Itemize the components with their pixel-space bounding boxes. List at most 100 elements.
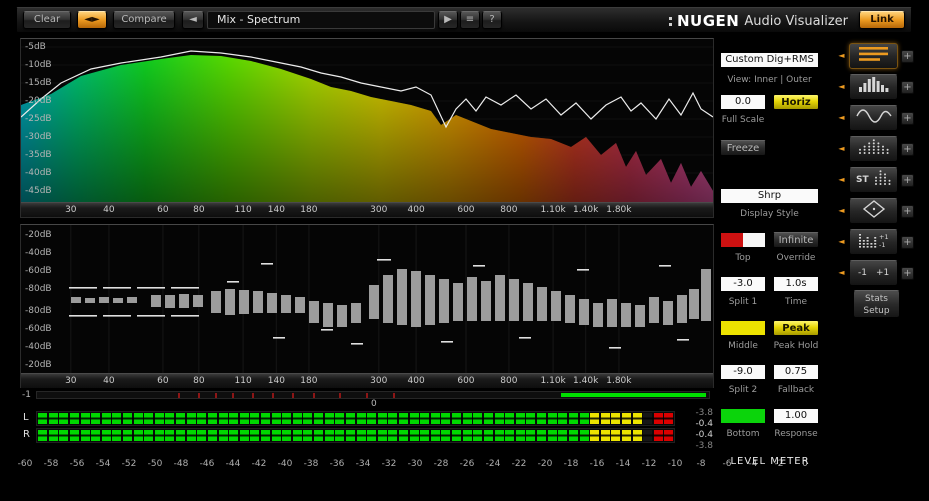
fallback-field[interactable]: 0.75 bbox=[773, 364, 819, 380]
slot-1-add-button[interactable]: + bbox=[901, 49, 914, 63]
scale-tick-label: -18 bbox=[563, 459, 579, 469]
scale-tick-label: -20 bbox=[537, 459, 553, 469]
correlation-tick bbox=[231, 393, 234, 398]
horiz-button[interactable]: Horiz bbox=[773, 94, 819, 110]
frequency-tick-label: 800 bbox=[500, 376, 518, 386]
slot-5-left-arrow-icon[interactable]: ◄ bbox=[837, 167, 846, 193]
preset-name-field[interactable]: Mix - Spectrum bbox=[207, 11, 435, 29]
meter-segment bbox=[473, 430, 483, 441]
full-scale-value-field[interactable]: 0.0 bbox=[720, 94, 766, 110]
meter-segment bbox=[420, 413, 430, 424]
correlation-value-bar bbox=[561, 393, 706, 397]
scale-tick-label: -16 bbox=[589, 459, 605, 469]
meter-segment bbox=[600, 430, 610, 441]
response-field[interactable]: 1.00 bbox=[773, 408, 819, 424]
help-button[interactable]: ? bbox=[482, 11, 502, 29]
meter-segment bbox=[526, 430, 536, 441]
control-panel: Custom Dig+RMS View: Inner | Outer 0.0 H… bbox=[718, 38, 822, 478]
frequency-tick-label: 110 bbox=[234, 205, 252, 215]
slot-6-add-button[interactable]: + bbox=[901, 204, 914, 218]
view-mode-toggle[interactable]: View: Inner | Outer bbox=[720, 74, 819, 86]
clear-button[interactable]: Clear bbox=[23, 11, 71, 29]
slot-6-left-arrow-icon[interactable]: ◄ bbox=[837, 198, 846, 224]
slot-1-left-arrow-icon[interactable]: ◄ bbox=[837, 43, 846, 69]
slot-4-left-arrow-icon[interactable]: ◄ bbox=[837, 136, 846, 162]
split1-field[interactable]: -3.0 bbox=[720, 276, 766, 292]
slot-3-add-button[interactable]: + bbox=[901, 111, 914, 125]
correlation-tick bbox=[393, 393, 396, 398]
slot-7-add-button[interactable]: + bbox=[901, 235, 914, 249]
spectrum-lines-button[interactable] bbox=[849, 43, 898, 69]
third-octave-bars-graph bbox=[21, 225, 713, 373]
histogram-button[interactable] bbox=[849, 74, 898, 100]
slot-8-add-button[interactable]: + bbox=[901, 266, 914, 280]
bottom-color-swatch[interactable] bbox=[720, 408, 766, 424]
meter-segment bbox=[441, 413, 451, 424]
meter-segment bbox=[261, 430, 270, 441]
freeze-button[interactable]: Freeze bbox=[720, 140, 766, 156]
meter-segment bbox=[568, 430, 578, 441]
meter-segment bbox=[664, 430, 674, 441]
meter-segment bbox=[69, 413, 79, 424]
meter-segment bbox=[388, 413, 398, 424]
slot-2-add-button[interactable]: + bbox=[901, 80, 914, 94]
meter-segment bbox=[632, 413, 642, 424]
display-slot-2: ◄ + bbox=[836, 73, 929, 101]
meter-segment bbox=[218, 413, 228, 424]
swap-compare-icon-button[interactable]: ◄► bbox=[77, 11, 107, 29]
stereo-spectrum-button[interactable]: ST bbox=[849, 167, 898, 193]
meter-segment bbox=[579, 430, 589, 441]
prev-preset-icon-button[interactable]: ◄ bbox=[182, 11, 204, 29]
svg-text:+1: +1 bbox=[879, 233, 889, 241]
top-color-swatch[interactable] bbox=[720, 232, 766, 248]
meter-segment bbox=[282, 430, 292, 441]
split2-field[interactable]: -9.0 bbox=[720, 364, 766, 380]
db-axis-label: -30dB bbox=[25, 132, 52, 142]
time-field[interactable]: 1.0s bbox=[773, 276, 819, 292]
meter-segment bbox=[409, 430, 419, 441]
peak-hold-button[interactable]: Peak bbox=[773, 320, 819, 336]
scale-tick-label: -58 bbox=[43, 459, 59, 469]
meter-segment bbox=[314, 430, 323, 441]
meter-segment bbox=[590, 413, 600, 424]
meter-segment bbox=[441, 430, 451, 441]
meter-segment bbox=[452, 413, 462, 424]
slot-5-add-button[interactable]: + bbox=[901, 173, 914, 187]
slot-8-left-arrow-icon[interactable]: ◄ bbox=[837, 260, 846, 286]
meter-segment bbox=[399, 430, 408, 441]
correlation-range-button[interactable]: -1 +1 bbox=[849, 260, 898, 286]
meter-segment bbox=[537, 413, 546, 424]
vectorscope-button[interactable] bbox=[849, 198, 898, 224]
play-icon-button[interactable]: ▶ bbox=[438, 11, 458, 29]
stats-setup-button[interactable]: Stats Setup bbox=[853, 290, 900, 318]
display-style-select[interactable]: Shrp bbox=[720, 188, 819, 204]
db-axis-label: -40dB bbox=[25, 248, 52, 258]
scale-tick-label: -26 bbox=[459, 459, 475, 469]
link-button[interactable]: Link bbox=[859, 11, 905, 29]
scale-tick-label: -36 bbox=[329, 459, 345, 469]
display-slot-5: ◄ ST + bbox=[836, 166, 929, 194]
meter-segment bbox=[483, 430, 493, 441]
bar-display-panel: -20dB -40dB -60dB -80dB -80dB -60dB -40dB -20dB… bbox=[20, 224, 714, 388]
meter-segment bbox=[292, 430, 302, 441]
slot-7-left-arrow-icon[interactable]: ◄ bbox=[837, 229, 846, 255]
waveform-button[interactable] bbox=[849, 105, 898, 131]
meter-segment bbox=[653, 413, 663, 424]
db-axis-label: -5dB bbox=[25, 42, 46, 52]
meter-segment bbox=[515, 430, 525, 441]
plusminus-meter-button[interactable]: +1 -1 bbox=[849, 229, 898, 255]
override-button[interactable]: Infinite bbox=[773, 232, 819, 248]
preset-list-icon-button[interactable]: ≡ bbox=[460, 11, 480, 29]
meter-segment bbox=[664, 413, 674, 424]
dot-columns-button[interactable] bbox=[849, 136, 898, 162]
meter-segment bbox=[494, 430, 504, 441]
slot-4-add-button[interactable]: + bbox=[901, 142, 914, 156]
meter-segment bbox=[80, 430, 90, 441]
meter-segment bbox=[218, 430, 228, 441]
meter-mode-select[interactable]: Custom Dig+RMS bbox=[720, 52, 819, 68]
slot-2-left-arrow-icon[interactable]: ◄ bbox=[837, 74, 846, 100]
scale-tick-label: -40 bbox=[277, 459, 293, 469]
slot-3-left-arrow-icon[interactable]: ◄ bbox=[837, 105, 846, 131]
compare-button[interactable]: Compare bbox=[113, 11, 175, 29]
middle-color-swatch[interactable] bbox=[720, 320, 766, 336]
